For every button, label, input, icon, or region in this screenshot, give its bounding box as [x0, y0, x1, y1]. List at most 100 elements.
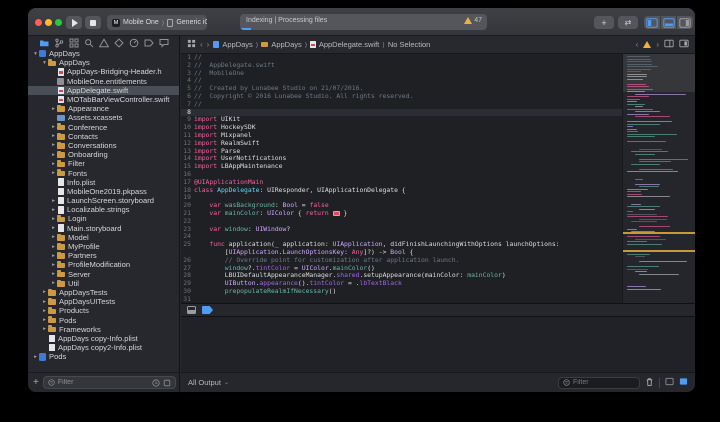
- disclosure-triangle-icon[interactable]: ▸: [41, 299, 48, 305]
- tree-item-appdelegate-swift[interactable]: AppDelegate.swift: [28, 86, 179, 95]
- disclosure-triangle-icon[interactable]: ▸: [50, 170, 57, 176]
- minimize-window-button[interactable]: [45, 19, 52, 26]
- run-button[interactable]: [66, 16, 82, 29]
- nav-tab-tests[interactable]: [113, 37, 124, 48]
- source-control-status-icon[interactable]: [163, 379, 171, 387]
- tree-item-launchscreen-storyboard[interactable]: ▸LaunchScreen.storyboard: [28, 196, 179, 205]
- navigator-filter-input[interactable]: [58, 379, 149, 386]
- disclosure-triangle-icon[interactable]: ▸: [50, 152, 57, 158]
- tree-item-conference[interactable]: ▸Conference: [28, 123, 179, 132]
- minimap-warning-marker[interactable]: [623, 250, 695, 252]
- tree-item-appearance[interactable]: ▸Appearance: [28, 104, 179, 113]
- nav-tab-issues[interactable]: [98, 37, 109, 48]
- toggle-inspector-button[interactable]: [677, 16, 693, 29]
- disclosure-triangle-icon[interactable]: ▸: [41, 308, 48, 314]
- tree-item-filter[interactable]: ▸Filter: [28, 159, 179, 168]
- recent-files-clock-icon[interactable]: [152, 379, 160, 387]
- nav-tab-source-control[interactable]: [53, 37, 64, 48]
- tree-item-appdays-bridging-header-h[interactable]: AppDays-Bridging-Header.h: [28, 67, 179, 76]
- tree-item-util[interactable]: ▸Util: [28, 279, 179, 288]
- scheme-selector[interactable]: M Mobile One ⟩ Generic iOS Device: [107, 15, 207, 30]
- tree-item-pods[interactable]: ▸Pods: [28, 315, 179, 324]
- tree-item-appdaysuitests[interactable]: ▸AppDaysUITests: [28, 297, 179, 306]
- disclosure-triangle-icon[interactable]: ▸: [50, 216, 57, 222]
- code-line-18[interactable]: 18class AppDelegate: UIResponder, UIAppl…: [181, 187, 622, 195]
- clear-console-button[interactable]: [645, 377, 654, 389]
- tree-item-login[interactable]: ▸Login: [28, 214, 179, 223]
- breadcrumb-item[interactable]: No Selection: [388, 40, 431, 49]
- breadcrumb-item[interactable]: AppDelegate.swift: [310, 40, 379, 49]
- next-issue-button[interactable]: ›: [656, 40, 659, 49]
- nav-tab-project-navigator[interactable]: [38, 37, 49, 48]
- nav-tab-find[interactable]: [83, 37, 94, 48]
- library-add-button[interactable]: +: [594, 16, 614, 29]
- disclosure-triangle-icon[interactable]: ▸: [50, 244, 57, 250]
- toggle-debug-area-button[interactable]: [661, 16, 678, 29]
- disclosure-triangle-icon[interactable]: ▸: [50, 133, 57, 139]
- disclosure-triangle-icon[interactable]: ▸: [50, 234, 57, 240]
- code-line-30[interactable]: 30 prepopulateRealmIfNecessary(): [181, 288, 622, 296]
- disclosure-triangle-icon[interactable]: ▾: [41, 60, 48, 66]
- editor-options-button[interactable]: ⇄: [618, 16, 638, 29]
- minimap-warning-marker[interactable]: [623, 232, 695, 234]
- tree-item-partners[interactable]: ▸Partners: [28, 251, 179, 260]
- tree-item-fonts[interactable]: ▸Fonts: [28, 168, 179, 177]
- disclosure-triangle-icon[interactable]: ▸: [50, 124, 57, 130]
- tree-item-pods[interactable]: ▸Pods: [28, 352, 179, 361]
- disclosure-triangle-icon[interactable]: ▸: [41, 289, 48, 295]
- disclosure-triangle-icon[interactable]: ▸: [50, 280, 57, 286]
- code-view[interactable]: 1//2// AppDelegate.swift3// MobileOne4//…: [181, 54, 622, 303]
- code-line-6[interactable]: 6// Copyright © 2016 Lunabee Studio. All…: [181, 93, 622, 101]
- navigator-filter-field[interactable]: [43, 376, 176, 389]
- warning-badge[interactable]: 47: [464, 17, 482, 24]
- disclosure-triangle-icon[interactable]: ▾: [32, 51, 39, 57]
- editor-layout-button[interactable]: [679, 39, 689, 50]
- tree-item-mobileone-entitlements[interactable]: MobileOne.entitlements: [28, 77, 179, 86]
- disclosure-triangle-icon[interactable]: ▸: [50, 225, 57, 231]
- debug-area-toggle-icon[interactable]: [187, 306, 196, 314]
- tree-item-appdaystests[interactable]: ▸AppDaysTests: [28, 288, 179, 297]
- tree-item-myprofile[interactable]: ▸MyProfile: [28, 242, 179, 251]
- nav-tab-symbols[interactable]: [68, 37, 79, 48]
- tree-item-motabbarviewcontroller-swift[interactable]: MOTabBarViewController.swift: [28, 95, 179, 104]
- tree-item-profilemodification[interactable]: ▸ProfileModification: [28, 260, 179, 269]
- nav-tab-debug[interactable]: [128, 37, 139, 48]
- code-line-3[interactable]: 3// MobileOne: [181, 70, 622, 78]
- disclosure-triangle-icon[interactable]: ▸: [50, 142, 57, 148]
- disclosure-triangle-icon[interactable]: ▸: [41, 317, 48, 323]
- breadcrumb-item[interactable]: AppDays: [213, 40, 252, 49]
- code-line-7[interactable]: 7//: [181, 101, 622, 109]
- tree-item-appdays[interactable]: ▾AppDays: [28, 58, 179, 67]
- toggle-navigator-button[interactable]: [644, 16, 661, 29]
- code-line-8[interactable]: 8: [181, 109, 622, 117]
- tree-item-model[interactable]: ▸Model: [28, 233, 179, 242]
- issue-warning-icon[interactable]: [643, 41, 651, 48]
- disclosure-triangle-icon[interactable]: ▸: [50, 271, 57, 277]
- previous-issue-button[interactable]: ‹: [636, 40, 639, 49]
- code-line-31[interactable]: 31: [181, 296, 622, 303]
- related-items-icon[interactable]: [187, 39, 196, 50]
- tree-item-products[interactable]: ▸Products: [28, 306, 179, 315]
- code-line-2[interactable]: 2// AppDelegate.swift: [181, 62, 622, 70]
- zoom-window-button[interactable]: [55, 19, 62, 26]
- disclosure-triangle-icon[interactable]: ▸: [50, 161, 57, 167]
- source-editor[interactable]: 1//2// AppDelegate.swift3// MobileOne4//…: [181, 54, 695, 303]
- console-filter-field[interactable]: [558, 377, 640, 389]
- tree-item-server[interactable]: ▸Server: [28, 270, 179, 279]
- code-line-23[interactable]: 23 var window: UIWindow?: [181, 226, 622, 234]
- disclosure-triangle-icon[interactable]: ▸: [50, 207, 57, 213]
- disclosure-triangle-icon[interactable]: ▸: [50, 262, 57, 268]
- close-window-button[interactable]: [35, 19, 42, 26]
- add-editor-button[interactable]: [664, 39, 674, 50]
- tree-item-localizable-strings[interactable]: ▸Localizable.strings: [28, 205, 179, 214]
- disclosure-triangle-icon[interactable]: ▸: [50, 198, 57, 204]
- go-forward-button[interactable]: ›: [207, 40, 210, 49]
- tree-item-onboarding[interactable]: ▸Onboarding: [28, 150, 179, 159]
- tree-item-appdays-copy2-info-plist[interactable]: AppDays copy2-Info.plist: [28, 343, 179, 352]
- code-line-12[interactable]: 12import RealmSwift: [181, 140, 622, 148]
- tree-item-appdays-copy-info-plist[interactable]: AppDays copy-Info.plist: [28, 334, 179, 343]
- tree-item-info-plist[interactable]: Info.plist: [28, 178, 179, 187]
- tree-item-main-storyboard[interactable]: ▸Main.storyboard: [28, 224, 179, 233]
- tree-item-frameworks[interactable]: ▸Frameworks: [28, 325, 179, 334]
- output-scope-dropdown[interactable]: All Output: [188, 378, 221, 387]
